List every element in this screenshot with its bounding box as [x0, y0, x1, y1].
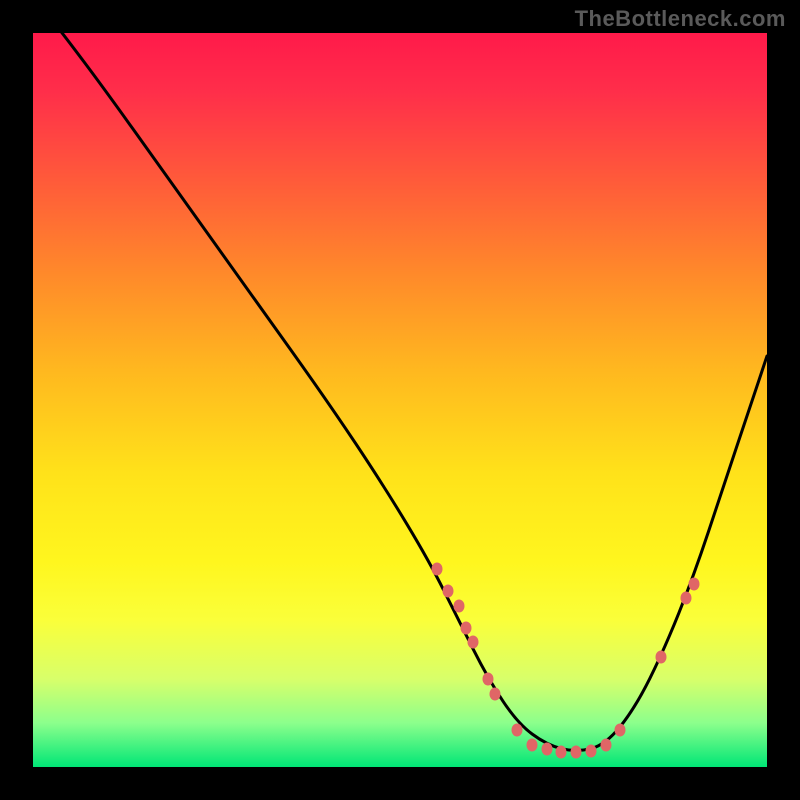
scatter-point: [512, 724, 523, 737]
scatter-point: [615, 724, 626, 737]
scatter-point: [431, 562, 442, 575]
scatter-point: [600, 738, 611, 751]
scatter-point: [442, 584, 453, 597]
scatter-point: [688, 577, 699, 590]
scatter-point: [571, 746, 582, 759]
scatter-point: [468, 636, 479, 649]
scatter-point: [585, 744, 596, 757]
scatter-point: [655, 650, 666, 663]
scatter-point: [490, 687, 501, 700]
scatter-point: [556, 746, 567, 759]
scatter-point: [681, 592, 692, 605]
scatter-point: [527, 738, 538, 751]
scatter-points-layer: [33, 33, 767, 767]
scatter-point: [541, 742, 552, 755]
chart-plot-area: [33, 33, 767, 767]
scatter-point: [461, 621, 472, 634]
scatter-point: [483, 672, 494, 685]
scatter-point: [453, 599, 464, 612]
watermark-text: TheBottleneck.com: [575, 6, 786, 32]
